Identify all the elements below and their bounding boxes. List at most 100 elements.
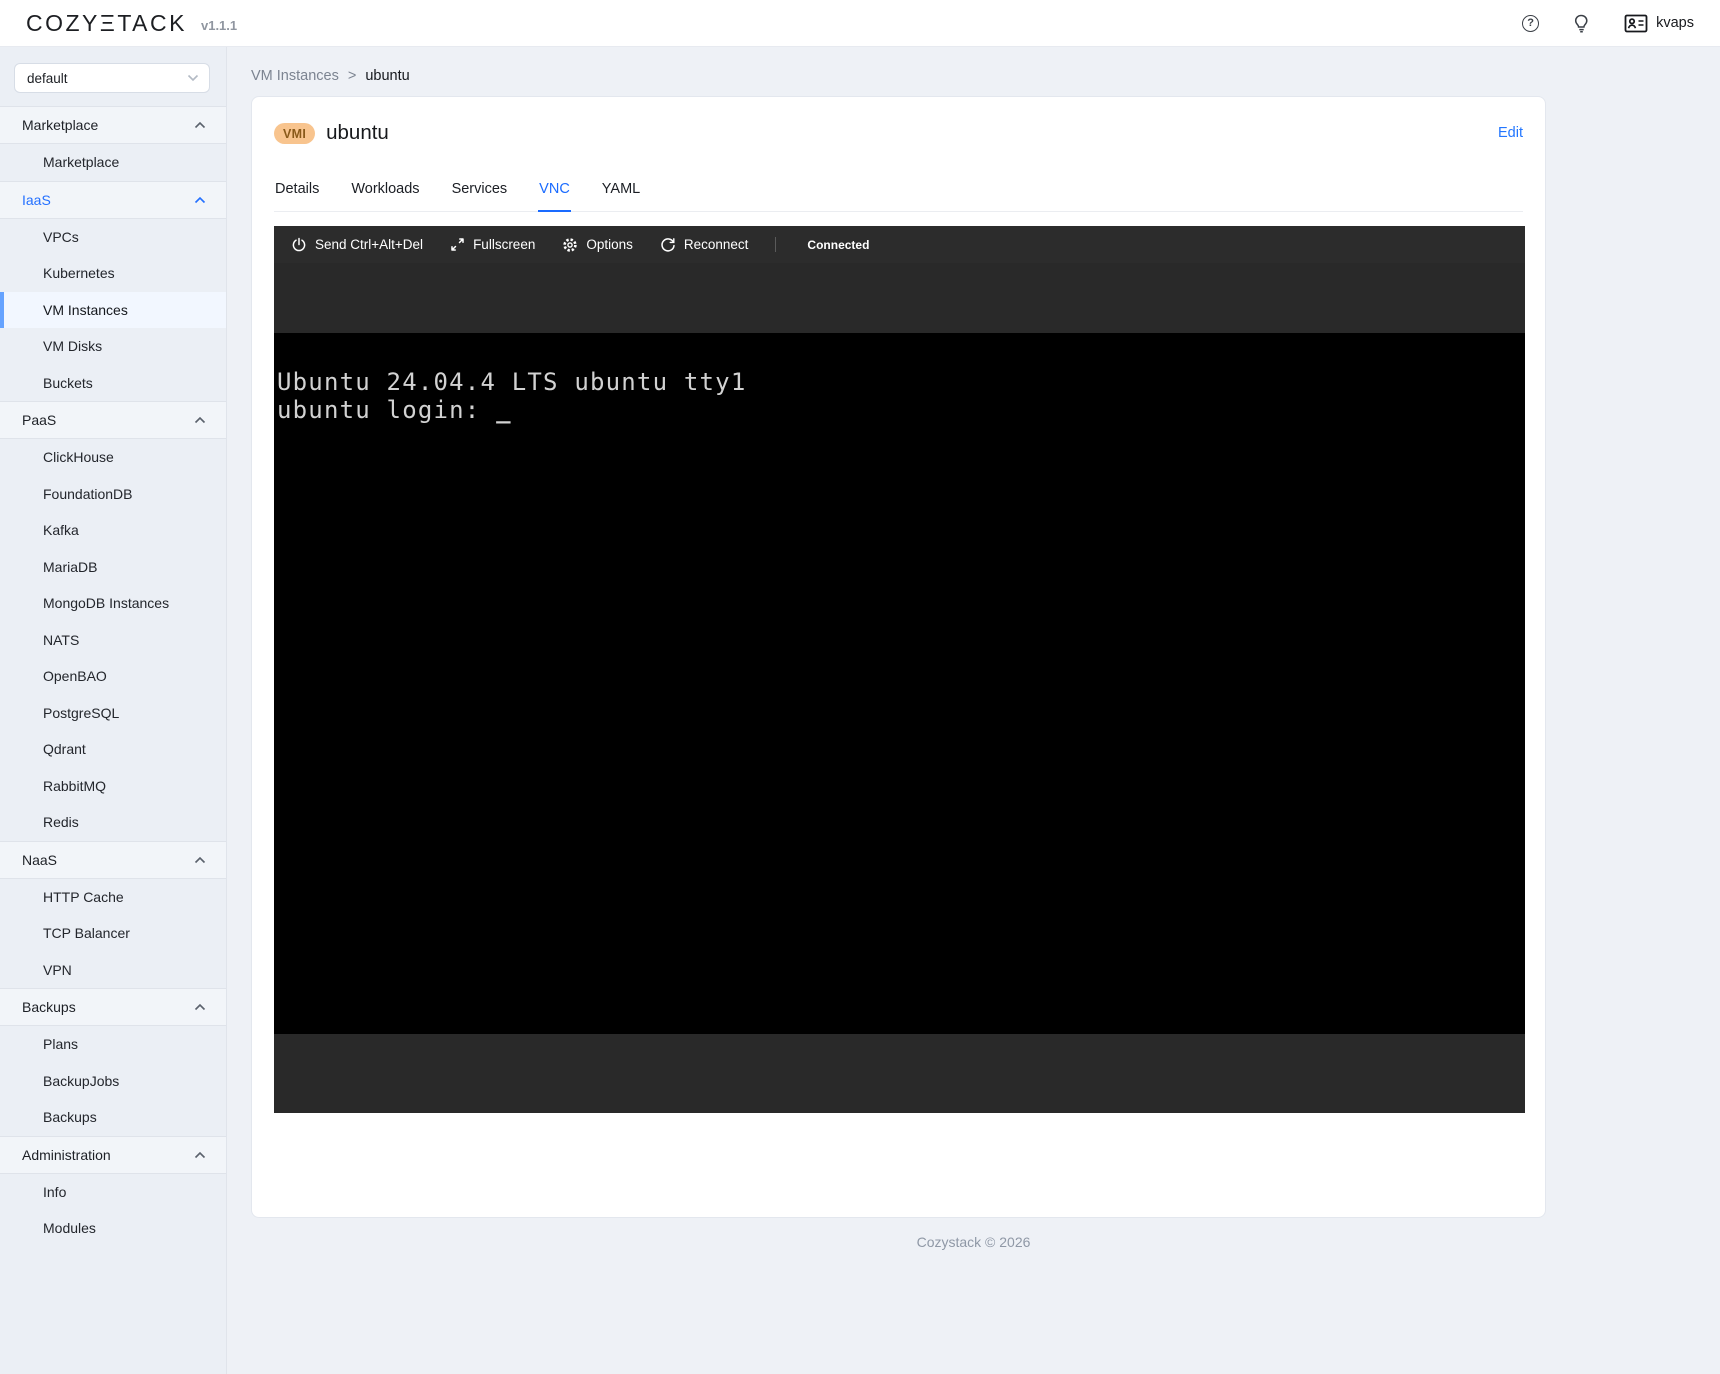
sidebar-section-naas[interactable]: NaaS <box>0 841 226 879</box>
sidebar-section-iaas[interactable]: IaaS <box>0 181 226 219</box>
item-label: VM Instances <box>43 302 128 318</box>
sidebar-section-administration[interactable]: Administration <box>0 1136 226 1174</box>
sidebar-item-modules[interactable]: Modules <box>0 1210 226 1247</box>
sidebar-item-kubernetes[interactable]: Kubernetes <box>0 255 226 292</box>
top-header: COZYΞTACK v1.1.1 ? <box>0 0 1720 47</box>
item-label: PostgreSQL <box>43 705 119 721</box>
options-button[interactable]: Options <box>562 237 633 253</box>
sidebar-item-foundationdb[interactable]: FoundationDB <box>0 476 226 513</box>
header-actions: ? kvap <box>1522 14 1694 33</box>
sidebar-item-postgresql[interactable]: PostgreSQL <box>0 695 226 732</box>
tab-workloads[interactable]: Workloads <box>350 171 420 212</box>
edit-button[interactable]: Edit <box>1498 125 1523 141</box>
sidebar-item-clickhouse[interactable]: ClickHouse <box>0 439 226 476</box>
sidebar-item-mongodb-instances[interactable]: MongoDB Instances <box>0 585 226 622</box>
tab-yaml[interactable]: YAML <box>601 171 641 212</box>
theme-toggle-button[interactable] <box>1573 14 1590 33</box>
vnc-toolbar: Send Ctrl+Alt+Del Fullscreen <box>274 226 1525 263</box>
item-label: MariaDB <box>43 559 97 575</box>
sidebar-item-backups[interactable]: Backups <box>0 1099 226 1136</box>
terminal-cursor: _ <box>496 396 512 424</box>
item-label: VPCs <box>43 229 79 245</box>
sidebar-section-paas[interactable]: PaaS <box>0 401 226 439</box>
tab-details[interactable]: Details <box>274 171 320 212</box>
sidebar-item-redis[interactable]: Redis <box>0 804 226 841</box>
namespace-select[interactable]: default <box>14 63 210 93</box>
vnc-console: Send Ctrl+Alt+Del Fullscreen <box>274 226 1525 1113</box>
sidebar-item-openbao[interactable]: OpenBAO <box>0 658 226 695</box>
sidebar-item-vm-disks[interactable]: VM Disks <box>0 328 226 365</box>
send-ctrl-alt-del-button[interactable]: Send Ctrl+Alt+Del <box>291 237 423 253</box>
sidebar-section-backups[interactable]: Backups <box>0 988 226 1026</box>
user-card-icon <box>1624 14 1648 33</box>
section-label: Administration <box>22 1147 111 1163</box>
main-content: VM Instances > ubuntu VMI ubuntu Edit De… <box>227 47 1720 1374</box>
sidebar-item-backupjobs[interactable]: BackupJobs <box>0 1063 226 1100</box>
section-label: Backups <box>22 999 76 1015</box>
item-label: Kafka <box>43 522 79 538</box>
sidebar-item-tcp-balancer[interactable]: TCP Balancer <box>0 915 226 952</box>
button-label: Options <box>586 237 633 252</box>
gear-icon <box>562 237 578 253</box>
item-label: FoundationDB <box>43 486 133 502</box>
item-label: MongoDB Instances <box>43 595 169 611</box>
sidebar-item-nats[interactable]: NATS <box>0 622 226 659</box>
chevron-down-icon <box>187 74 199 82</box>
tab-bar: Details Workloads Services VNC YAML <box>274 171 1523 212</box>
sidebar-item-mariadb[interactable]: MariaDB <box>0 549 226 586</box>
power-icon <box>291 237 307 253</box>
sidebar-item-vpn[interactable]: VPN <box>0 952 226 989</box>
vnc-canvas[interactable]: Ubuntu 24.04.4 LTS ubuntu tty1 ubuntu lo… <box>274 263 1525 1113</box>
sidebar-item-vpcs[interactable]: VPCs <box>0 219 226 256</box>
section-label: IaaS <box>22 192 51 208</box>
item-label: TCP Balancer <box>43 925 130 941</box>
help-button[interactable]: ? <box>1522 15 1539 32</box>
breadcrumb-separator: > <box>348 68 356 84</box>
terminal-prompt: ubuntu login: <box>277 396 496 424</box>
user-menu-button[interactable]: kvaps <box>1624 14 1694 33</box>
app-version: v1.1.1 <box>201 18 237 33</box>
chevron-up-icon <box>194 196 206 204</box>
item-label: Plans <box>43 1036 78 1052</box>
app-logo: COZYΞTACK <box>26 10 187 37</box>
item-label: HTTP Cache <box>43 889 124 905</box>
namespace-select-value: default <box>27 71 68 86</box>
vnc-framebuffer[interactable]: Ubuntu 24.04.4 LTS ubuntu tty1 ubuntu lo… <box>274 333 1525 1034</box>
chevron-up-icon <box>194 856 206 864</box>
sidebar-item-qdrant[interactable]: Qdrant <box>0 731 226 768</box>
card-header: VMI ubuntu Edit <box>274 97 1523 145</box>
sidebar-item-buckets[interactable]: Buckets <box>0 365 226 402</box>
terminal-line: ubuntu login: _ <box>277 397 1525 425</box>
reconnect-button[interactable]: Reconnect <box>660 237 749 253</box>
sidebar-item-marketplace[interactable]: Marketplace <box>0 144 226 181</box>
chevron-up-icon <box>194 1003 206 1011</box>
item-label: Info <box>43 1184 66 1200</box>
item-label: BackupJobs <box>43 1073 119 1089</box>
sidebar-item-vm-instances[interactable]: VM Instances <box>0 292 226 329</box>
sidebar-item-kafka[interactable]: Kafka <box>0 512 226 549</box>
sidebar-item-http-cache[interactable]: HTTP Cache <box>0 879 226 916</box>
breadcrumb-current: ubuntu <box>365 68 409 84</box>
item-label: Qdrant <box>43 741 86 757</box>
item-label: VPN <box>43 962 72 978</box>
sidebar-section-marketplace[interactable]: Marketplace <box>0 106 226 144</box>
breadcrumb-parent[interactable]: VM Instances <box>251 68 339 84</box>
vnc-status-badge: Connected <box>807 238 869 252</box>
button-label: Fullscreen <box>473 237 535 252</box>
breadcrumb: VM Instances > ubuntu <box>251 68 1720 84</box>
sidebar-item-rabbitmq[interactable]: RabbitMQ <box>0 768 226 805</box>
item-label: NATS <box>43 632 79 648</box>
item-label: ClickHouse <box>43 449 114 465</box>
item-label: Kubernetes <box>43 265 115 281</box>
tab-vnc[interactable]: VNC <box>538 171 571 212</box>
tab-services[interactable]: Services <box>451 171 509 212</box>
sidebar-item-plans[interactable]: Plans <box>0 1026 226 1063</box>
item-label: Modules <box>43 1220 96 1236</box>
vmi-badge: VMI <box>274 123 315 144</box>
fullscreen-icon <box>450 237 465 252</box>
item-label: Buckets <box>43 375 93 391</box>
sidebar-item-info[interactable]: Info <box>0 1174 226 1211</box>
chevron-up-icon <box>194 121 206 129</box>
fullscreen-button[interactable]: Fullscreen <box>450 237 535 252</box>
item-label: VM Disks <box>43 338 102 354</box>
